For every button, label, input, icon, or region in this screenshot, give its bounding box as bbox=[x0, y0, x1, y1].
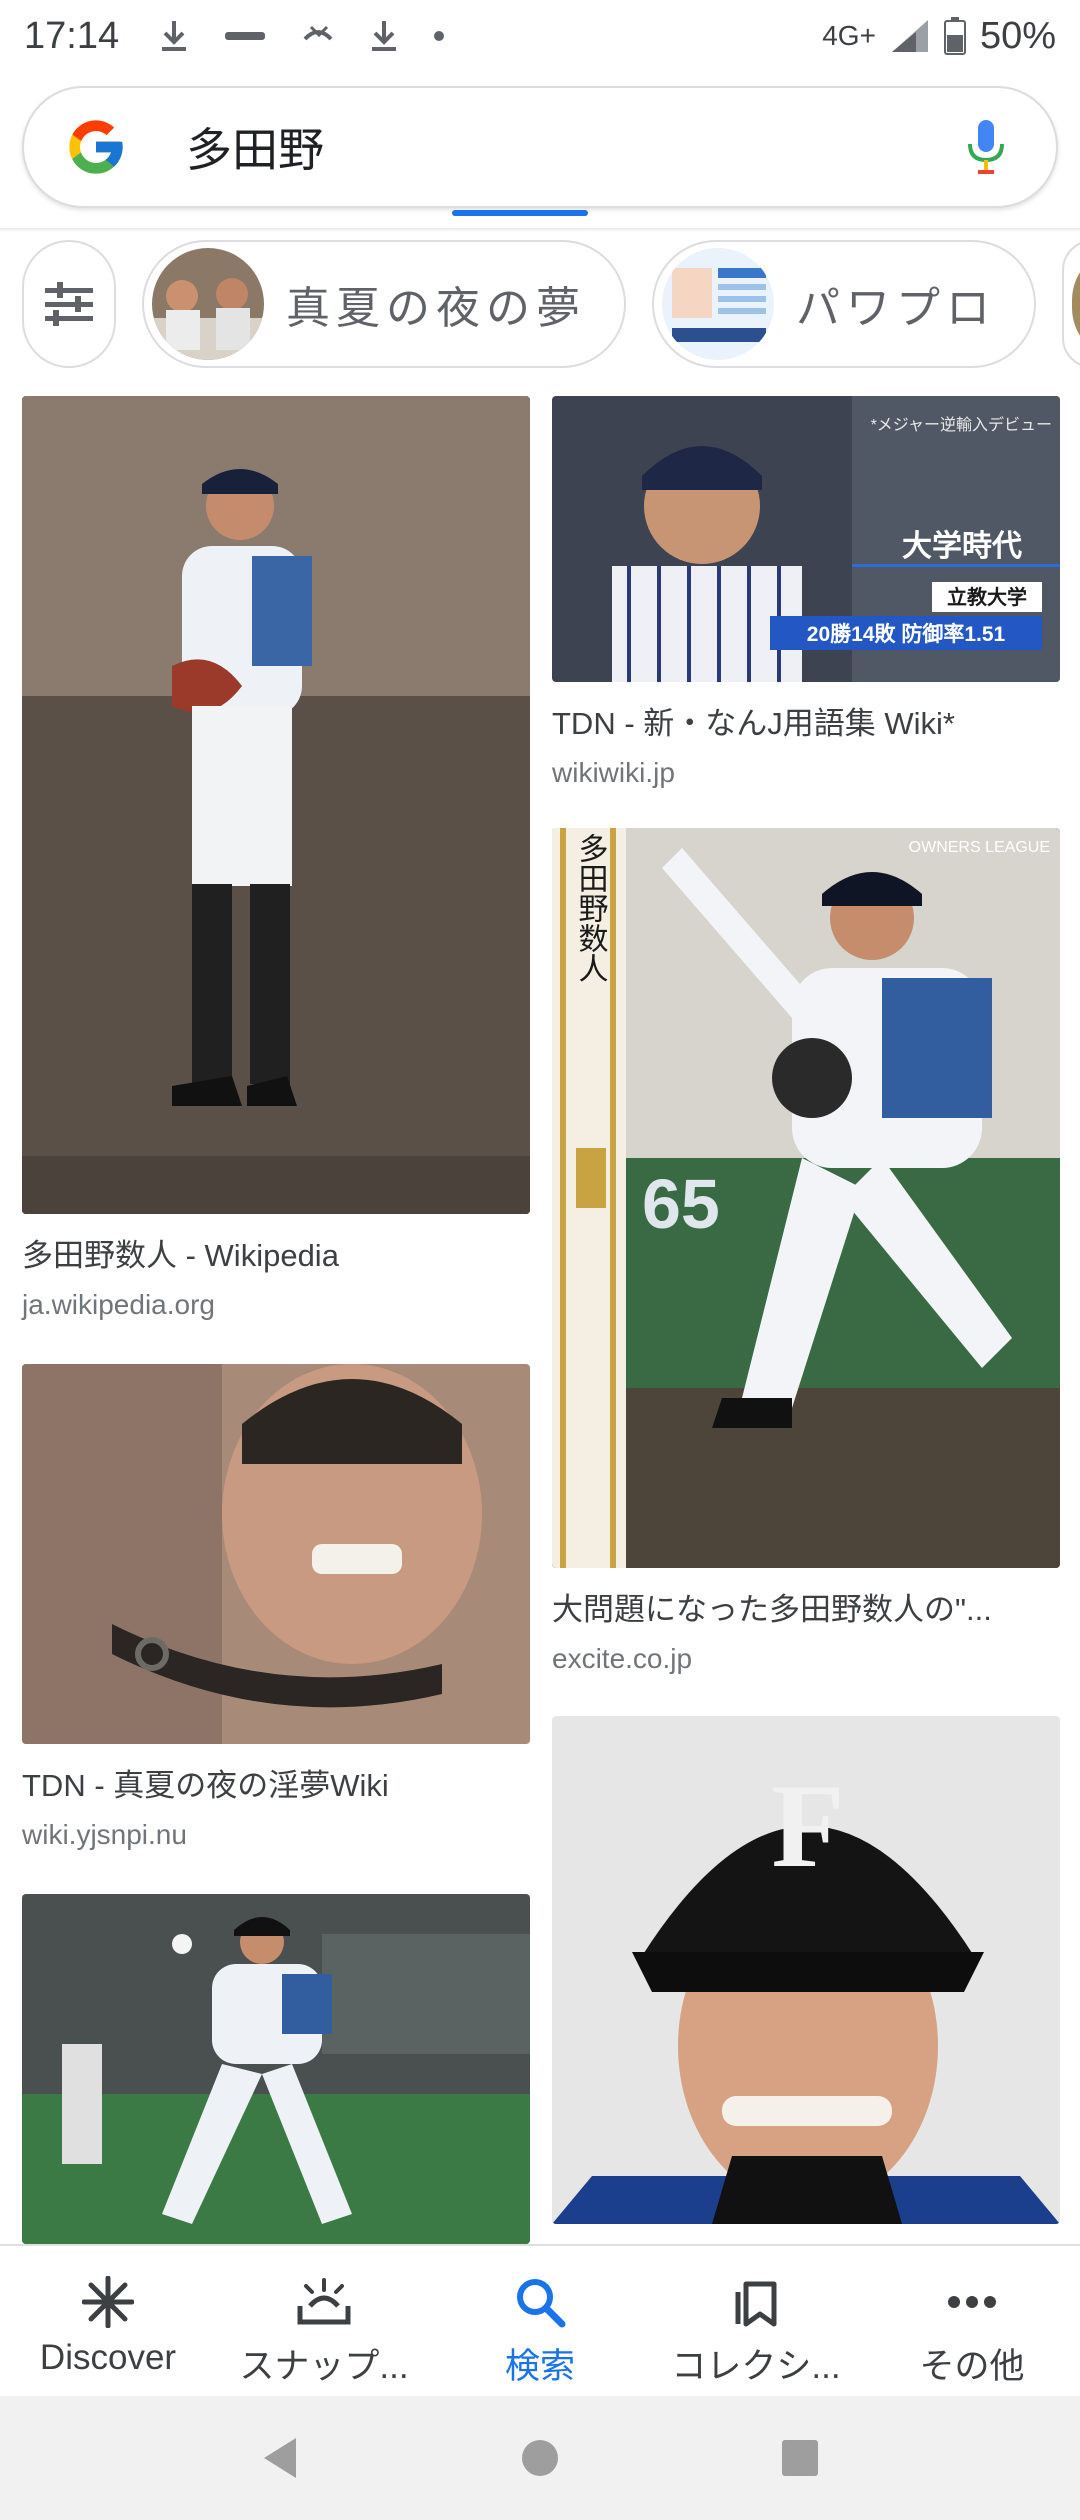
overlay-text-4: 20勝14敗 防御率1.51 bbox=[807, 622, 1006, 646]
overlay-text-1: *メジャー逆輸入デビュー bbox=[871, 415, 1052, 434]
result-domain: wiki.yjsnpi.nu bbox=[22, 1819, 187, 1850]
nav-search[interactable]: 検索 bbox=[432, 2246, 648, 2396]
nav-label: スナップ... bbox=[239, 2347, 409, 2386]
filter-chips: 真夏の夜の夢 パワプロ bbox=[22, 240, 1080, 370]
result-title[interactable]: 大問題になった多田野数人の"... bbox=[552, 1584, 1060, 1629]
status-right: 4G+ 50% bbox=[822, 15, 1056, 58]
image-result[interactable] bbox=[22, 1894, 530, 2244]
overlay-text-2: 大学時代 bbox=[902, 529, 1022, 563]
chip-suggestion[interactable]: 真夏の夜の夢 bbox=[142, 240, 626, 368]
signal-icon bbox=[891, 20, 928, 52]
status-bar: 17:14 4G+ 50% bbox=[0, 0, 1080, 72]
nav-label: Discover bbox=[39, 2338, 177, 2377]
dot-icon bbox=[434, 31, 445, 41]
result-image[interactable] bbox=[22, 1364, 530, 1744]
notification-icons bbox=[159, 19, 445, 53]
google-logo-icon bbox=[69, 120, 123, 174]
screen: 17:14 4G+ 50% 多田野 真夏の夜の夢 パワプロ 多田野数人 - Wi… bbox=[0, 0, 1080, 2520]
app-notification-icon bbox=[225, 32, 266, 40]
download-icon bbox=[162, 21, 187, 51]
chip-suggestion-partial[interactable] bbox=[1062, 240, 1080, 368]
chip-suggestion[interactable]: パワプロ bbox=[652, 240, 1036, 368]
image-result[interactable]: 多田野数人 - Wikipedia ja.wikipedia.org bbox=[22, 396, 530, 1321]
image-result[interactable]: 多田野数人 65 OWNERS LEAGUE 大問題になった多田野数人の"...… bbox=[552, 828, 1060, 1675]
result-domain: ja.wikipedia.org bbox=[22, 1289, 215, 1320]
nav-discover[interactable]: Discover bbox=[0, 2246, 216, 2396]
more-icon bbox=[946, 2274, 998, 2330]
battery-icon bbox=[943, 17, 966, 55]
image-result[interactable]: *メジャー逆輸入デビュー 大学時代 立教大学 20勝14敗 防御率1.51 TD… bbox=[552, 396, 1060, 789]
nav-label: その他 bbox=[919, 2347, 1025, 2386]
nav-snapshot[interactable]: スナップ... bbox=[216, 2246, 432, 2396]
tune-icon bbox=[45, 282, 93, 326]
result-domain: wikiwiki.jp bbox=[552, 757, 675, 788]
asterisk-icon bbox=[82, 2274, 134, 2330]
chip-label: 真夏の夜の夢 bbox=[286, 284, 586, 333]
status-time: 17:14 bbox=[24, 14, 120, 57]
back-icon[interactable] bbox=[260, 2436, 300, 2480]
nav-label: 検索 bbox=[504, 2347, 575, 2386]
nav-more[interactable]: その他 bbox=[864, 2246, 1080, 2396]
recents-icon[interactable] bbox=[780, 2438, 820, 2478]
image-result[interactable]: TDN - 真夏の夜の淫夢Wiki wiki.yjsnpi.nu bbox=[22, 1364, 530, 1851]
result-image[interactable] bbox=[22, 1894, 530, 2244]
search-bar[interactable]: 多田野 bbox=[22, 86, 1058, 208]
svg-text:F: F bbox=[771, 1759, 844, 1892]
network-type: 4G+ bbox=[822, 20, 876, 51]
card-number: 65 bbox=[642, 1165, 720, 1243]
mic-icon[interactable] bbox=[956, 112, 1016, 182]
result-title[interactable]: 多田野数人 - Wikipedia bbox=[22, 1230, 530, 1275]
system-navigation bbox=[0, 2396, 1080, 2520]
bottom-navigation: Discover スナップ... 検索 コレクシ... その他 bbox=[0, 2244, 1080, 2396]
battery-percent: 50% bbox=[979, 14, 1056, 57]
filter-button[interactable] bbox=[22, 240, 116, 368]
result-image[interactable]: F bbox=[552, 1716, 1060, 2224]
result-image[interactable] bbox=[22, 396, 530, 1214]
result-domain: excite.co.jp bbox=[552, 1643, 693, 1674]
result-title[interactable]: TDN - 新・なんJ用語集 Wiki* bbox=[552, 698, 1060, 743]
search-tab-indicator bbox=[452, 210, 588, 216]
download-icon bbox=[372, 21, 397, 51]
search-input[interactable]: 多田野 bbox=[186, 114, 956, 180]
chip-thumbnail bbox=[1072, 248, 1080, 360]
nav-collections[interactable]: コレクシ... bbox=[648, 2246, 864, 2396]
result-image[interactable]: 多田野数人 65 OWNERS LEAGUE bbox=[552, 828, 1060, 1568]
card-brand: OWNERS LEAGUE bbox=[909, 839, 1050, 856]
collections-icon bbox=[732, 2274, 780, 2330]
result-title[interactable]: TDN - 真夏の夜の淫夢Wiki bbox=[22, 1760, 530, 1805]
chip-label: パワプロ bbox=[796, 284, 996, 333]
snapshot-icon bbox=[296, 2274, 352, 2330]
nav-label: コレクシ... bbox=[671, 2347, 841, 2386]
overlay-text-3: 立教大学 bbox=[947, 585, 1027, 609]
card-player-name: 多田野数人 bbox=[573, 833, 608, 983]
missed-call-icon bbox=[303, 25, 333, 41]
chip-thumbnail bbox=[662, 248, 774, 360]
home-icon[interactable] bbox=[520, 2438, 560, 2478]
chip-thumbnail bbox=[152, 248, 264, 360]
result-image[interactable]: *メジャー逆輸入デビュー 大学時代 立教大学 20勝14敗 防御率1.51 bbox=[552, 396, 1060, 682]
image-result[interactable]: F bbox=[552, 1716, 1060, 2224]
search-icon bbox=[514, 2274, 566, 2330]
header-divider bbox=[0, 228, 1080, 232]
